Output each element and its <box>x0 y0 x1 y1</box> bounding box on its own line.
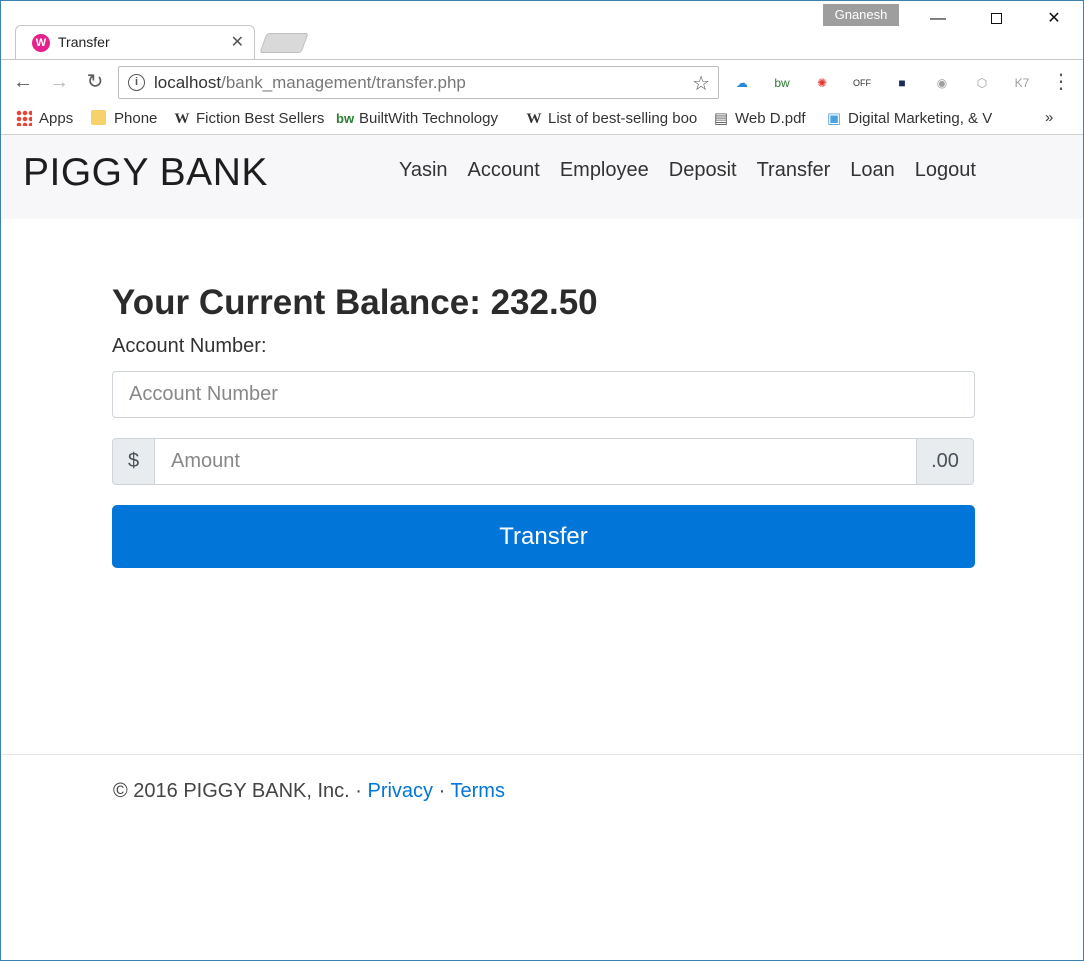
nav-link-account[interactable]: Account <box>458 159 550 182</box>
builtwith-icon: bw <box>336 111 355 126</box>
nav-link-employee[interactable]: Employee <box>550 159 659 182</box>
transfer-button[interactable]: Transfer <box>112 505 975 568</box>
globe-icon[interactable]: ◉ <box>931 72 953 94</box>
bookmark-webd[interactable]: ▤ Web D.pdf <box>712 108 806 130</box>
title-bar: W Transfer ✕ Gnanesh — ✕ <box>1 1 1083 59</box>
new-tab-button[interactable] <box>259 33 309 53</box>
back-arrow-icon[interactable]: ← <box>11 70 35 94</box>
cube-icon[interactable]: ⬡ <box>971 72 993 94</box>
url-path: /bank_management/transfer.php <box>221 73 466 92</box>
dark-square-icon[interactable]: ■ <box>891 72 913 94</box>
minimize-button[interactable]: — <box>909 1 967 37</box>
footer-separator: · <box>438 780 446 802</box>
close-window-button[interactable]: ✕ <box>1025 1 1083 37</box>
account-number-label: Account Number: <box>112 335 267 357</box>
onedrive-icon[interactable]: ☁ <box>731 72 753 94</box>
info-icon[interactable]: i <box>128 74 145 91</box>
site-brand[interactable]: PIGGY BANK <box>23 151 268 195</box>
wikipedia-icon: W <box>526 111 542 127</box>
color-wheel-icon[interactable]: ✺ <box>811 72 833 94</box>
more-bookmarks-icon[interactable]: » <box>1045 109 1053 126</box>
site-footer: © 2016 PIGGY BANK, Inc. · Privacy · Term… <box>113 780 505 803</box>
currency-prefix: $ <box>112 438 155 485</box>
account-number-input[interactable] <box>112 371 975 418</box>
browser-tab[interactable]: W Transfer ✕ <box>15 25 255 59</box>
k7-icon[interactable]: K7 <box>1011 72 1033 94</box>
nav-links: Yasin Account Employee Deposit Transfer Loan L… <box>389 159 986 182</box>
profile-badge[interactable]: Gnanesh <box>823 4 899 26</box>
bookmark-fiction[interactable]: W Fiction Best Sellers <box>173 108 325 130</box>
bookmark-label: Fiction Best Sellers <box>196 110 325 127</box>
nav-link-logout[interactable]: Logout <box>905 159 986 182</box>
amount-input-group: $ .00 <box>112 438 974 485</box>
nav-link-deposit[interactable]: Deposit <box>659 159 747 182</box>
bookmark-digital[interactable]: ▣ Digital Marketing, & V <box>825 108 997 130</box>
pdf-icon: ▤ <box>713 110 729 127</box>
bookmark-phone[interactable]: Phone <box>91 108 157 130</box>
forward-arrow-icon[interactable]: → <box>47 70 71 94</box>
browser-window: W Transfer ✕ Gnanesh — ✕ ← → ↻ i localho… <box>0 0 1084 961</box>
url-text[interactable]: localhost/bank_management/transfer.php <box>154 73 466 93</box>
bookmark-label: Phone <box>114 110 158 127</box>
bookmark-builtwith[interactable]: bw BuiltWith Technology <box>336 108 498 130</box>
bookmark-label: BuiltWith Technology <box>359 110 498 127</box>
drive-icon: ▣ <box>826 110 842 127</box>
terms-link[interactable]: Terms <box>451 780 505 802</box>
wamp-favicon-icon: W <box>32 34 50 52</box>
menu-dots-icon[interactable]: ⋮ <box>1051 70 1071 94</box>
bookmark-star-icon[interactable]: ☆ <box>692 71 710 96</box>
bookmark-label: List of best-selling boo <box>548 110 697 127</box>
builtwith-icon[interactable]: bw <box>771 72 793 94</box>
balance-heading: Your Current Balance: 232.50 <box>112 283 598 322</box>
bookmark-label: Web D.pdf <box>735 110 806 127</box>
privacy-link[interactable]: Privacy <box>367 780 433 802</box>
off-icon[interactable]: OFF <box>851 72 873 94</box>
amount-input[interactable] <box>155 438 916 485</box>
nav-link-transfer[interactable]: Transfer <box>747 159 841 182</box>
tab-title: Transfer <box>58 34 110 50</box>
maximize-icon <box>990 13 1002 25</box>
bookmark-label: Digital Marketing, & V <box>848 110 993 127</box>
bookmarks-bar: Apps Phone W Fiction Best Sellers bw Built… <box>1 103 1083 135</box>
footer-divider <box>2 754 1083 755</box>
tab-close-icon[interactable]: ✕ <box>231 32 244 52</box>
page-viewport: PIGGY BANK Yasin Account Employee Deposit Tr… <box>2 135 1083 960</box>
maximize-button[interactable] <box>967 1 1025 37</box>
site-navbar: PIGGY BANK Yasin Account Employee Deposit Tr… <box>2 135 1083 219</box>
apps-grid-icon <box>16 110 32 126</box>
amount-suffix: .00 <box>916 438 974 485</box>
bookmark-label: Apps <box>39 110 74 127</box>
folder-icon <box>91 110 106 125</box>
copyright-text: © 2016 PIGGY BANK, Inc. · <box>113 780 362 802</box>
bookmark-bestselling[interactable]: W List of best-selling boo <box>525 108 698 130</box>
browser-toolbar: ← → ↻ i localhost/bank_management/transf… <box>1 59 1083 103</box>
address-bar[interactable]: i localhost/bank_management/transfer.php… <box>118 66 719 99</box>
wikipedia-icon: W <box>174 111 190 127</box>
bookmark-apps[interactable]: Apps <box>16 108 73 130</box>
nav-link-yasin[interactable]: Yasin <box>389 159 458 182</box>
reload-icon[interactable]: ↻ <box>83 70 107 94</box>
url-host: localhost <box>154 73 222 92</box>
nav-link-loan[interactable]: Loan <box>840 159 905 182</box>
